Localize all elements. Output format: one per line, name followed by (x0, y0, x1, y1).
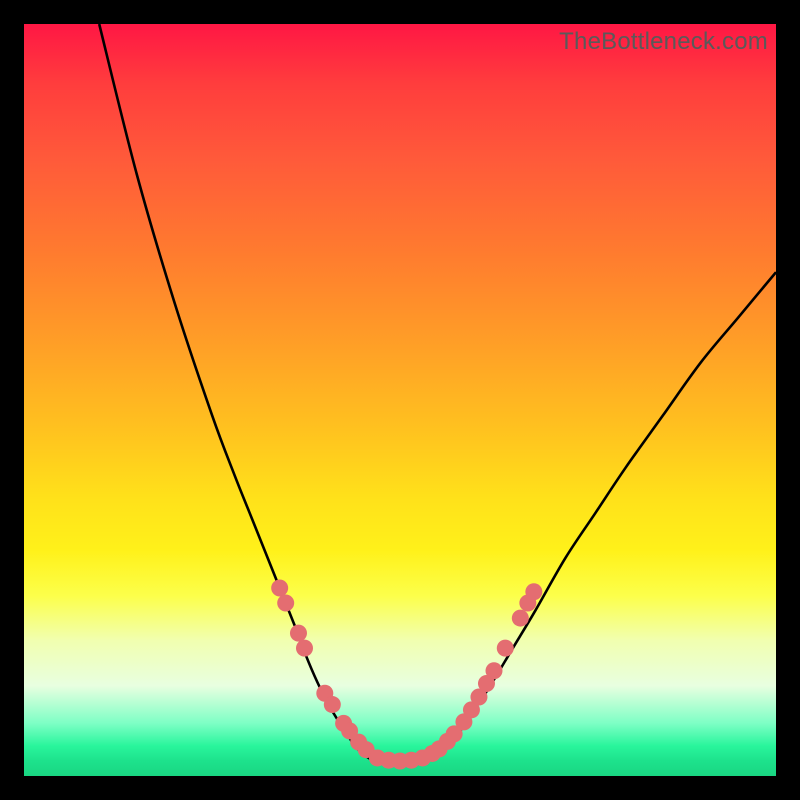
chart-svg (24, 24, 776, 776)
highlight-dots-group (271, 580, 542, 770)
highlight-dot (296, 640, 313, 657)
highlight-dot (324, 696, 341, 713)
highlight-dot (277, 595, 294, 612)
left-curve (99, 24, 377, 761)
chart-plot-area: TheBottleneck.com (24, 24, 776, 776)
highlight-dot (512, 610, 529, 627)
highlight-dot (525, 583, 542, 600)
highlight-dot (290, 625, 307, 642)
highlight-dot (497, 640, 514, 657)
right-curve (423, 272, 776, 761)
highlight-dot (271, 580, 288, 597)
chart-frame: TheBottleneck.com (0, 0, 800, 800)
highlight-dot (486, 662, 503, 679)
